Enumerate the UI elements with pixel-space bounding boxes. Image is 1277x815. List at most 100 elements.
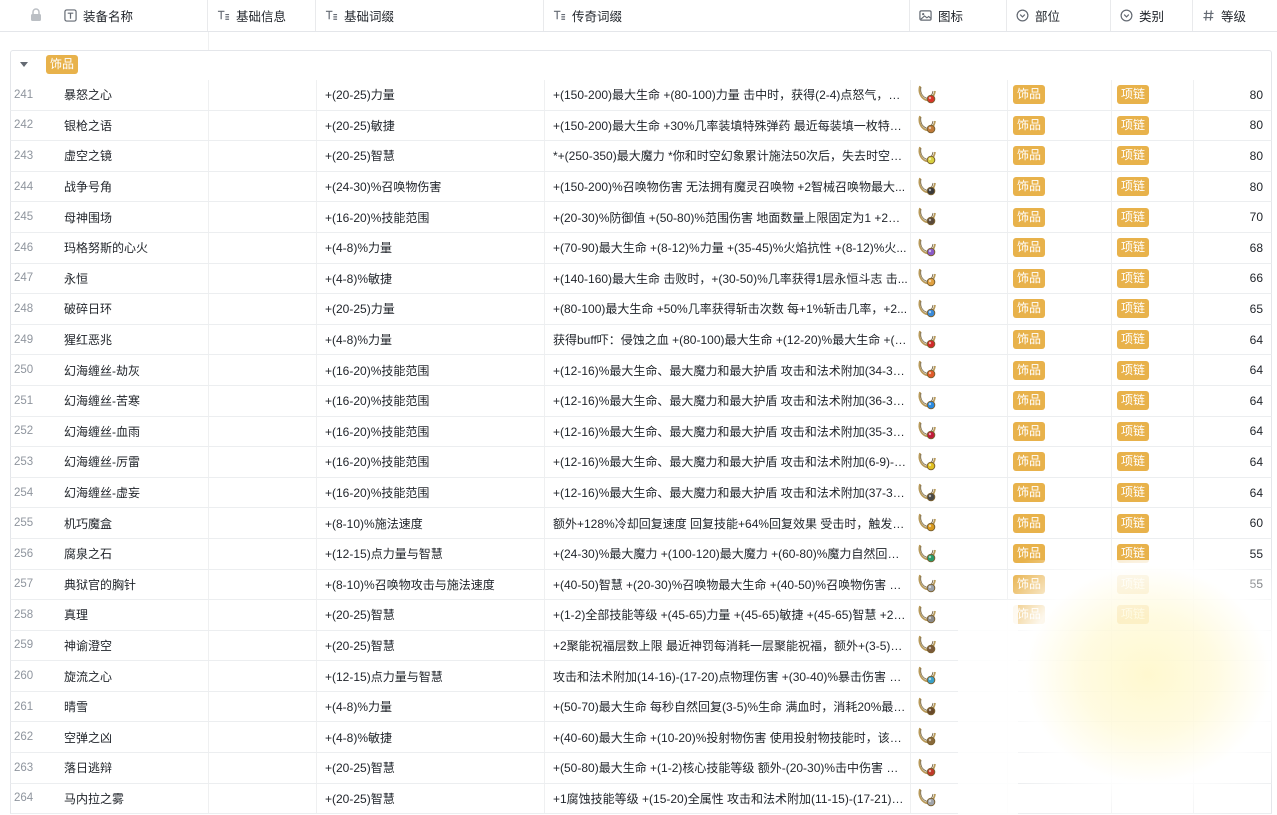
level-cell[interactable] (1194, 631, 1273, 661)
level-cell[interactable]: 64 (1194, 417, 1273, 447)
table-row[interactable]: 260 旋流之心 +(12-15)点力量与智慧 攻击和法术附加(14-16)-(17-… (10, 661, 1272, 692)
icon-cell[interactable] (911, 416, 1008, 447)
necklace-icon[interactable] (915, 297, 939, 321)
level-cell[interactable]: 64 (1194, 355, 1273, 385)
level-cell[interactable]: 64 (1194, 478, 1273, 508)
icon-cell[interactable] (911, 232, 1008, 263)
basic-info-cell[interactable] (209, 171, 317, 202)
table-row[interactable]: 261 晴雪 +(4-8)%力量 +(50-70)最大生命 每秒自然回复(3-5)%生… (10, 691, 1273, 723)
column-header-legendary[interactable]: 传奇词缀 (544, 0, 910, 31)
icon-cell[interactable] (911, 538, 1008, 569)
legendary-affix-cell[interactable]: +(150-200)最大生命 +(80-100)力量 击中时，获得(2-4)点怒… (545, 80, 911, 110)
legendary-affix-cell[interactable]: +1腐蚀技能等级 +(15-20)全属性 攻击和法术附加(11-15)-(17-… (545, 783, 911, 814)
legendary-affix-cell[interactable]: +(12-16)%最大生命、最大魔力和最大护盾 攻击和法术附加(6-9)-(7.… (545, 447, 911, 477)
equipment-name-cell[interactable]: 腐泉之石 (56, 538, 209, 569)
necklace-icon[interactable] (915, 481, 939, 505)
part-cell[interactable]: 饰品 (1008, 569, 1112, 600)
column-header-base[interactable]: 基础词缀 (316, 0, 544, 31)
equipment-name-cell[interactable]: 机巧魔盒 (56, 508, 209, 538)
legendary-affix-cell[interactable]: 额外+128%冷却回复速度 回复技能+64%回复效果 受击时，触发第... (545, 508, 911, 538)
level-cell[interactable]: 80 (1194, 111, 1273, 141)
part-cell[interactable]: 饰品 (1008, 202, 1112, 232)
part-cell[interactable]: 饰品 (1008, 294, 1112, 324)
basic-info-cell[interactable] (209, 783, 317, 814)
basic-info-cell[interactable] (209, 355, 317, 385)
equipment-name-cell[interactable]: 神谕澄空 (56, 630, 209, 661)
table-row[interactable]: 255 机巧魔盒 +(8-10)%施法速度 额外+128%冷却回复速度 回复技能+64… (10, 508, 1272, 539)
type-cell[interactable]: 项链 (1112, 600, 1194, 630)
basic-info-cell[interactable] (209, 722, 317, 753)
base-affix-cell[interactable]: +(4-8)%力量 (317, 232, 545, 263)
part-cell[interactable] (1008, 753, 1112, 783)
part-cell[interactable]: 饰品 (1008, 600, 1112, 630)
type-cell[interactable]: 项链 (1112, 416, 1194, 447)
basic-info-cell[interactable] (209, 508, 317, 538)
base-affix-cell[interactable]: +(8-10)%召唤物攻击与施法速度 (317, 569, 545, 600)
column-header-type[interactable]: 类别 (1111, 0, 1193, 31)
icon-cell[interactable] (911, 171, 1008, 202)
necklace-icon[interactable] (915, 695, 939, 719)
part-cell[interactable]: 饰品 (1008, 110, 1112, 141)
collapse-triangle-icon[interactable] (20, 62, 28, 67)
basic-info-cell[interactable] (209, 294, 317, 324)
necklace-icon[interactable] (915, 144, 939, 168)
type-cell[interactable] (1112, 722, 1194, 753)
equipment-name-cell[interactable]: 母神围场 (56, 202, 209, 232)
base-affix-cell[interactable]: +(20-25)力量 (317, 294, 545, 324)
legendary-affix-cell[interactable]: +(1-2)全部技能等级 +(45-65)力量 +(45-65)敏捷 +(45-… (545, 600, 911, 630)
part-cell[interactable]: 饰品 (1008, 355, 1112, 385)
level-cell[interactable]: 66 (1194, 264, 1273, 294)
necklace-icon[interactable] (915, 205, 939, 229)
column-header-part[interactable]: 部位 (1007, 0, 1111, 31)
base-affix-cell[interactable]: +(24-30)%召唤物伤害 (317, 171, 545, 202)
necklace-icon[interactable] (915, 266, 939, 290)
level-cell[interactable] (1194, 753, 1273, 783)
type-cell[interactable]: 项链 (1112, 110, 1194, 141)
necklace-icon[interactable] (915, 236, 939, 260)
part-cell[interactable]: 饰品 (1008, 171, 1112, 202)
equipment-name-cell[interactable]: 玛格努斯的心火 (56, 232, 209, 263)
basic-info-cell[interactable] (209, 385, 317, 416)
table-row[interactable]: 264 马内拉之雾 +(20-25)智慧 +1腐蚀技能等级 +(15-20)全属性 攻… (10, 783, 1272, 815)
necklace-icon[interactable] (915, 725, 939, 749)
level-cell[interactable]: 60 (1194, 508, 1273, 538)
part-cell[interactable]: 饰品 (1008, 232, 1112, 263)
legendary-affix-cell[interactable]: +(150-200)最大生命 +30%几率装填特殊弹药 最近每装填一枚特殊... (545, 110, 911, 141)
column-header-level[interactable]: 等级 (1193, 0, 1277, 31)
basic-info-cell[interactable] (209, 232, 317, 263)
legendary-affix-cell[interactable]: +(70-90)最大生命 +(8-12)%力量 +(35-45)%火焰抗性 +(… (545, 232, 911, 263)
table-row[interactable]: 251 幻海缠丝-苦寒 +(16-20)%技能范围 +(12-16)%最大生命、最大魔… (10, 385, 1272, 417)
level-cell[interactable]: 64 (1194, 325, 1273, 355)
legendary-affix-cell[interactable]: +(24-30)%最大魔力 +(100-120)最大魔力 +(60-80)%魔力… (545, 538, 911, 569)
equipment-name-cell[interactable]: 银枪之语 (56, 110, 209, 141)
equipment-name-cell[interactable]: 幻海缠丝-虚妄 (56, 477, 209, 508)
necklace-icon[interactable] (915, 328, 939, 352)
part-cell[interactable]: 饰品 (1008, 477, 1112, 508)
part-cell[interactable]: 饰品 (1008, 80, 1112, 110)
basic-info-cell[interactable] (209, 80, 317, 110)
necklace-icon[interactable] (915, 175, 939, 199)
table-row[interactable]: 254 幻海缠丝-虚妄 +(16-20)%技能范围 +(12-16)%最大生命、最大魔… (10, 477, 1273, 509)
part-cell[interactable]: 饰品 (1008, 385, 1112, 416)
basic-info-cell[interactable] (209, 324, 317, 355)
type-cell[interactable] (1112, 691, 1194, 722)
base-affix-cell[interactable]: +(20-25)智慧 (317, 141, 545, 171)
icon-cell[interactable] (911, 324, 1008, 355)
necklace-icon[interactable] (915, 572, 939, 596)
part-cell[interactable]: 饰品 (1008, 141, 1112, 171)
basic-info-cell[interactable] (209, 569, 317, 600)
icon-cell[interactable] (911, 141, 1008, 171)
type-cell[interactable] (1112, 783, 1194, 814)
icon-cell[interactable] (911, 477, 1008, 508)
base-affix-cell[interactable]: +(4-8)%力量 (317, 324, 545, 355)
necklace-icon[interactable] (915, 756, 939, 780)
necklace-icon[interactable] (915, 83, 939, 107)
table-row[interactable]: 263 落日逃辩 +(20-25)智慧 +(50-80)最大生命 +(1-2)核心技能… (10, 753, 1272, 784)
level-cell[interactable] (1194, 692, 1273, 722)
table-row[interactable]: 248 破碎日环 +(20-25)力量 +(80-100)最大生命 +50%几率获得斩… (10, 294, 1272, 325)
icon-cell[interactable] (911, 385, 1008, 416)
basic-info-cell[interactable] (209, 110, 317, 141)
level-cell[interactable]: 80 (1194, 141, 1273, 171)
icon-cell[interactable] (911, 508, 1008, 538)
part-cell[interactable] (1008, 722, 1112, 753)
